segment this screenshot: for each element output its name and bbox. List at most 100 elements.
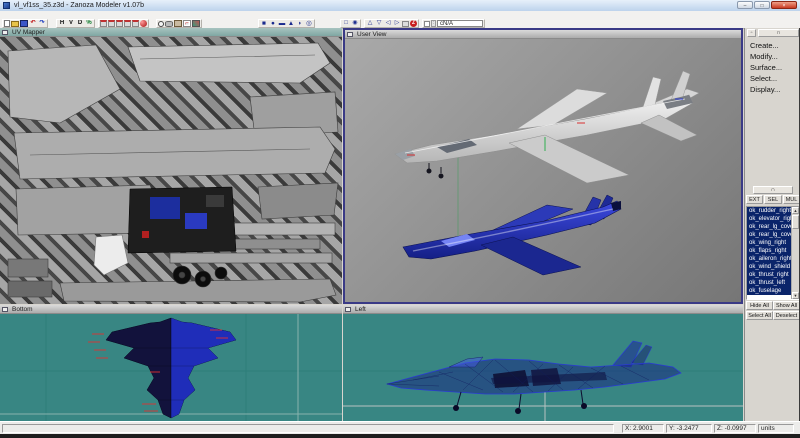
render-mode-icon[interactable]: [140, 20, 147, 27]
bottom-header[interactable]: Bottom: [0, 305, 342, 314]
undo-icon[interactable]: ↶: [29, 20, 37, 27]
hide-all-button[interactable]: Hide All: [746, 301, 773, 310]
viewport-restore-icon[interactable]: [347, 32, 353, 37]
pan-icon[interactable]: [165, 20, 173, 27]
list-item[interactable]: ok_fuselage: [747, 287, 794, 295]
target-view-icon[interactable]: [183, 20, 191, 27]
redo-icon[interactable]: ↷: [38, 20, 46, 27]
viewport-config-icon-1[interactable]: [100, 20, 107, 27]
viewport-restore-icon[interactable]: [2, 307, 8, 312]
sidebar-item-surface[interactable]: Surface...: [745, 62, 800, 73]
pivot-mode-icon[interactable]: ◉: [351, 20, 359, 27]
status-units: units: [758, 424, 794, 433]
sphere-primitive-icon[interactable]: ●: [269, 20, 277, 27]
tool-icon-3[interactable]: ◁: [384, 20, 392, 27]
layout-percent-icon[interactable]: %: [85, 20, 93, 27]
panel-pin-button[interactable]: ▫: [747, 29, 756, 37]
bottom-canvas[interactable]: [0, 314, 342, 421]
flag-icon[interactable]: [402, 20, 409, 27]
toolbar-mode-group: □ ◉: [340, 19, 361, 28]
rotate-view-icon[interactable]: [174, 20, 182, 27]
sidebar-item-modify[interactable]: Modify...: [745, 51, 800, 62]
viewport-restore-icon[interactable]: [345, 307, 351, 312]
save-file-icon[interactable]: [20, 20, 28, 27]
viewport-config-icon-3[interactable]: [116, 20, 123, 27]
layout-horizontal-button[interactable]: H: [58, 20, 66, 27]
vertex-mode-icon[interactable]: □: [342, 20, 350, 27]
viewport-restore-icon[interactable]: [2, 30, 8, 35]
material-checkbox[interactable]: [424, 20, 430, 27]
left-content[interactable]: [343, 314, 743, 421]
tab-sel[interactable]: SEL: [764, 195, 782, 204]
snap-icon[interactable]: Z: [410, 20, 417, 27]
list-item[interactable]: ok_wing_right: [747, 239, 794, 247]
material-spinner[interactable]: ⁚: [431, 20, 436, 27]
object-list[interactable]: ok_rudder_right ok_elevator_righ ok_rear…: [746, 206, 800, 300]
sidebar-item-select[interactable]: Select...: [745, 73, 800, 84]
user-view-canvas[interactable]: [345, 39, 741, 302]
maximize-button[interactable]: □: [754, 1, 770, 9]
viewport-config-icon-5[interactable]: [132, 20, 139, 27]
zoom-icon[interactable]: [158, 20, 164, 27]
cone-primitive-icon[interactable]: ▲: [287, 20, 295, 27]
list-item[interactable]: ok_rear_lg_cove: [747, 223, 794, 231]
cube-primitive-icon[interactable]: ■: [260, 20, 268, 27]
uv-canvas[interactable]: [0, 37, 342, 304]
sidebar-item-display[interactable]: Display...: [745, 84, 800, 95]
viewport-user-view[interactable]: User View: [343, 28, 743, 304]
deselect-button[interactable]: Deselect: [773, 311, 800, 320]
scroll-down-icon[interactable]: ▼: [792, 292, 799, 299]
list-item[interactable]: ok_rudder_right: [747, 207, 794, 215]
left-canvas[interactable]: [343, 314, 743, 421]
left-header[interactable]: Left: [343, 305, 743, 314]
bottom-title: Bottom: [12, 306, 33, 313]
list-item[interactable]: ok_aileron_right: [747, 255, 794, 263]
window-controls: – □ ×: [737, 1, 797, 9]
layout-divide-button[interactable]: D: [76, 20, 84, 27]
close-button[interactable]: ×: [771, 1, 797, 9]
camera-icon[interactable]: [192, 20, 200, 27]
minimize-button[interactable]: –: [737, 1, 753, 9]
sidebar-item-create[interactable]: Create...: [745, 40, 800, 51]
list-collapse-button[interactable]: ∩: [753, 186, 793, 194]
material-dropdown[interactable]: cN/A: [437, 20, 483, 27]
list-item[interactable]: ok_elevator_righ: [747, 215, 794, 223]
viewport-uv-mapper[interactable]: UV Mapper: [0, 28, 342, 304]
scroll-up-icon[interactable]: ▲: [792, 207, 799, 214]
open-file-icon[interactable]: [11, 20, 19, 27]
show-all-button[interactable]: Show All: [773, 301, 800, 310]
app-icon: [3, 2, 10, 9]
user-view-content[interactable]: [345, 39, 741, 302]
scroll-thumb[interactable]: [792, 215, 799, 229]
left-title: Left: [355, 306, 366, 313]
list-item[interactable]: ok_wind_shield: [747, 263, 794, 271]
layout-vertical-button[interactable]: V: [67, 20, 75, 27]
bottom-content[interactable]: [0, 314, 342, 421]
list-item[interactable]: ok_rear_lg_cove: [747, 231, 794, 239]
uv-mapper-header[interactable]: UV Mapper: [0, 28, 342, 37]
sidebar-panel: ▫ ∩ Create... Modify... Surface... Selec…: [744, 28, 800, 421]
box-primitive-icon[interactable]: ▬: [278, 20, 286, 27]
tool-icon-4[interactable]: ▷: [393, 20, 401, 27]
uv-mapper-content[interactable]: [0, 37, 342, 304]
viewport-config-icon-4[interactable]: [124, 20, 131, 27]
tool-icon-2[interactable]: ▽: [375, 20, 383, 27]
list-item[interactable]: ok_thrust_left: [747, 279, 794, 287]
user-view-header[interactable]: User View: [345, 30, 741, 39]
tab-mul[interactable]: MUL: [783, 195, 800, 204]
viewport-left[interactable]: Left: [343, 305, 743, 421]
panel-collapse-button[interactable]: ∩: [758, 29, 799, 37]
select-all-button[interactable]: Select All: [746, 311, 773, 320]
new-file-icon[interactable]: [4, 20, 10, 27]
list-scrollbar[interactable]: ▲ ▼: [791, 207, 799, 299]
ellipsoid-primitive-icon[interactable]: ◗: [296, 20, 304, 27]
list-item[interactable]: ok_flaps_right: [747, 247, 794, 255]
list-item[interactable]: ok_thrust_right: [747, 271, 794, 279]
viewport-config-icon-2[interactable]: [108, 20, 115, 27]
tool-icon-1[interactable]: △: [366, 20, 374, 27]
uv-dark-cluster: [127, 186, 237, 254]
viewport-bottom[interactable]: Bottom: [0, 305, 342, 421]
tab-ext[interactable]: EXT: [746, 195, 763, 204]
torus-primitive-icon[interactable]: ◎: [305, 20, 313, 27]
window-title: vl_vf1ss_35.z3d - Zanoza Modeler v1.07b: [14, 2, 144, 9]
